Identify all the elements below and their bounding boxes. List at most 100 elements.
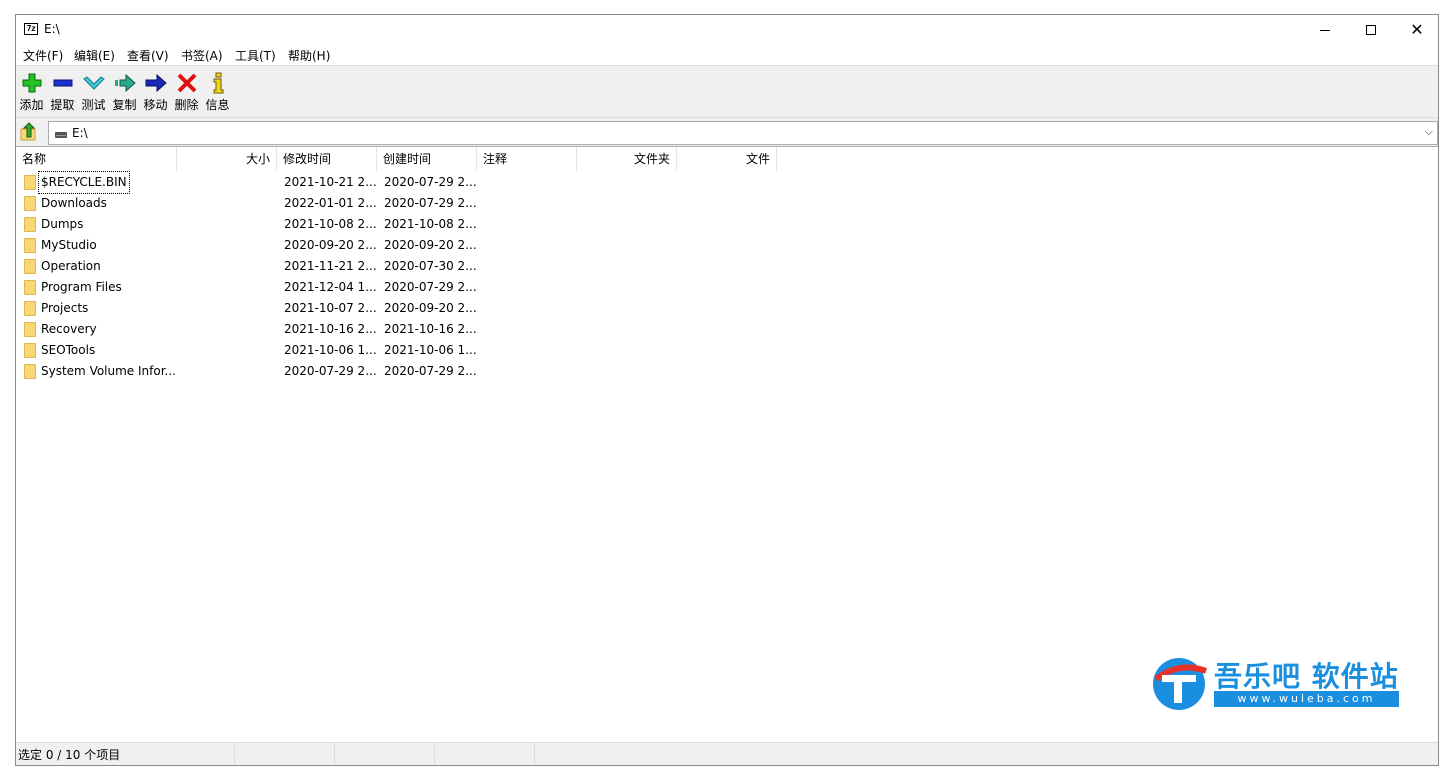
- 7zip-app-icon: 7z: [24, 23, 38, 35]
- row-name: Dumps: [41, 217, 84, 231]
- row-created: 2021-10-06 1...: [384, 343, 477, 357]
- row-created: 2021-10-08 2...: [384, 217, 477, 231]
- folder-icon: [24, 280, 36, 295]
- column-header-name[interactable]: 名称: [16, 147, 177, 171]
- copy-arrow-icon: [114, 73, 136, 93]
- menu-bookmarks[interactable]: 书签(A): [181, 47, 223, 64]
- close-icon: ✕: [1410, 20, 1424, 39]
- column-header-modified[interactable]: 修改时间: [277, 147, 377, 171]
- menu-view[interactable]: 查看(V): [127, 47, 169, 64]
- menu-file[interactable]: 文件(F): [23, 47, 63, 64]
- add-button[interactable]: 添加: [16, 70, 47, 116]
- minimize-button[interactable]: [1302, 15, 1348, 45]
- table-row[interactable]: Program Files 2021-12-04 1... 2020-07-29…: [16, 277, 816, 298]
- table-row[interactable]: Dumps 2021-10-08 2... 2021-10-08 2...: [16, 214, 816, 235]
- title-bar: 7z E:\ ✕: [16, 15, 1438, 45]
- row-modified: 2020-07-29 2...: [284, 364, 377, 378]
- table-row[interactable]: Downloads 2022-01-01 2... 2020-07-29 2..…: [16, 193, 816, 214]
- column-header-created[interactable]: 创建时间: [377, 147, 477, 171]
- address-bar: E:\ ⌵: [16, 118, 1438, 146]
- move-button[interactable]: 移动: [140, 70, 171, 116]
- test-label: 测试: [81, 98, 106, 112]
- info-icon: [213, 72, 223, 94]
- row-created: 2020-07-29 2...: [384, 175, 477, 189]
- info-button[interactable]: 信息: [202, 70, 233, 116]
- folder-icon: [24, 364, 36, 379]
- close-button[interactable]: ✕: [1394, 15, 1438, 45]
- row-name: Program Files: [41, 280, 122, 294]
- copy-button[interactable]: 复制: [109, 70, 140, 116]
- move-label: 移动: [143, 98, 168, 112]
- row-created: 2020-09-20 2...: [384, 301, 477, 315]
- row-name: Operation: [41, 259, 101, 273]
- plus-icon: [22, 73, 41, 93]
- row-name: Projects: [41, 301, 89, 315]
- folder-icon: [24, 322, 36, 337]
- window-title: E:\: [44, 22, 60, 36]
- menu-help[interactable]: 帮助(H): [288, 47, 330, 64]
- status-selection: 选定 0 / 10 个项目: [16, 743, 235, 765]
- table-row[interactable]: Operation 2021-11-21 2... 2020-07-30 2..…: [16, 256, 816, 277]
- table-row[interactable]: SEOTools 2021-10-06 1... 2021-10-06 1...: [16, 340, 816, 361]
- status-cell-extra: [435, 743, 535, 765]
- info-label: 信息: [205, 98, 230, 112]
- delete-button[interactable]: 删除: [171, 70, 202, 116]
- table-row[interactable]: System Volume Infor... 2020-07-29 2... 2…: [16, 361, 816, 382]
- table-row[interactable]: Projects 2021-10-07 2... 2020-09-20 2...: [16, 298, 816, 319]
- row-created: 2020-07-29 2...: [384, 196, 477, 210]
- row-modified: 2021-10-07 2...: [284, 301, 377, 315]
- chevron-down-icon[interactable]: ⌵: [1425, 125, 1433, 139]
- folder-icon: [24, 238, 36, 253]
- row-modified: 2021-10-08 2...: [284, 217, 377, 231]
- minimize-icon: [1320, 29, 1330, 31]
- extract-button[interactable]: 提取: [47, 70, 78, 116]
- menu-tools[interactable]: 工具(T): [235, 47, 276, 64]
- watermark: 吾乐吧 软件站 www.wuleba.com: [1150, 655, 1405, 711]
- watermark-title: 吾乐吧 软件站: [1214, 660, 1399, 693]
- row-modified: 2021-12-04 1...: [284, 280, 377, 294]
- maximize-button[interactable]: [1348, 15, 1394, 45]
- column-header-folders[interactable]: 文件夹: [577, 147, 677, 171]
- row-modified: 2021-10-21 2...: [284, 175, 377, 189]
- minus-icon: [53, 79, 72, 87]
- list-header: 名称 大小 修改时间 创建时间 注释 文件夹 文件: [16, 147, 1438, 171]
- row-name: SEOTools: [41, 343, 96, 357]
- row-created: 2020-09-20 2...: [384, 238, 477, 252]
- status-cell-size: [235, 743, 335, 765]
- table-row[interactable]: Recovery 2021-10-16 2... 2021-10-16 2...: [16, 319, 816, 340]
- row-modified: 2022-01-01 2...: [284, 196, 377, 210]
- folder-icon: [24, 343, 36, 358]
- folder-icon: [24, 217, 36, 232]
- row-modified: 2021-10-06 1...: [284, 343, 377, 357]
- menu-edit[interactable]: 编辑(E): [74, 47, 115, 64]
- move-arrow-icon: [145, 73, 167, 93]
- row-modified: 2021-10-16 2...: [284, 322, 377, 336]
- row-name: $RECYCLE.BIN: [38, 171, 130, 194]
- table-row[interactable]: MyStudio 2020-09-20 2... 2020-09-20 2...: [16, 235, 816, 256]
- test-button[interactable]: 测试: [78, 70, 109, 116]
- watermark-url: www.wuleba.com: [1214, 691, 1399, 707]
- add-label: 添加: [19, 98, 44, 112]
- row-created: 2021-10-16 2...: [384, 322, 477, 336]
- watermark-logo: [1153, 658, 1208, 710]
- toolbar: 添加 提取 测试 复制 移动 删除 信息: [16, 65, 1438, 118]
- delete-label: 删除: [174, 98, 199, 112]
- maximize-icon: [1366, 25, 1376, 35]
- row-created: 2020-07-29 2...: [384, 364, 477, 378]
- table-row[interactable]: $RECYCLE.BIN 2021-10-21 2... 2020-07-29 …: [16, 171, 816, 194]
- extract-label: 提取: [50, 98, 75, 112]
- delete-x-icon: [177, 73, 196, 93]
- file-list: 名称 大小 修改时间 创建时间 注释 文件夹 文件 $RECYCLE.BIN 2…: [16, 146, 1438, 742]
- row-name: MyStudio: [41, 238, 97, 252]
- column-header-files[interactable]: 文件: [677, 147, 777, 171]
- up-folder-icon: [20, 122, 36, 141]
- column-header-size[interactable]: 大小: [177, 147, 277, 171]
- row-name: System Volume Infor...: [41, 364, 176, 378]
- up-folder-button[interactable]: [18, 121, 40, 143]
- column-header-comment[interactable]: 注释: [477, 147, 577, 171]
- menu-bar: 文件(F) 编辑(E) 查看(V) 书签(A) 工具(T) 帮助(H): [16, 45, 1438, 65]
- address-input[interactable]: E:\ ⌵: [48, 121, 1438, 145]
- app-window: 7z E:\ ✕ 文件(F) 编辑(E) 查看(V) 书签(A) 工具(T) 帮…: [15, 14, 1439, 766]
- row-name: Recovery: [41, 322, 97, 336]
- folder-icon: [24, 175, 36, 190]
